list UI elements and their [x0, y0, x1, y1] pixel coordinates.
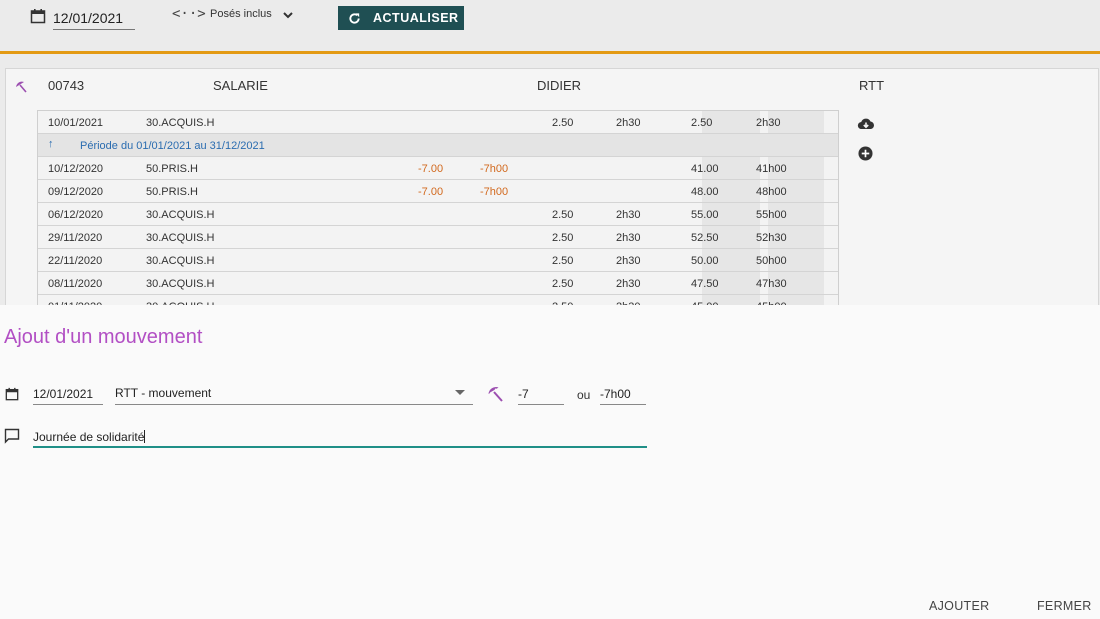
toolbar: 12/01/2021 <··> Posés inclus ACTUALISER: [0, 0, 1100, 52]
chevron-down-icon[interactable]: [282, 9, 294, 21]
period-row[interactable]: ↑ Période du 01/01/2021 au 31/12/2021: [38, 134, 838, 157]
row-pos-hours: 2h30: [616, 209, 641, 221]
dialog-title: Ajout d'un mouvement: [4, 326, 203, 348]
row-pos-days: 2.50: [552, 232, 574, 244]
row-bal-days: 41.00: [691, 163, 719, 175]
row-date: 10/01/2021: [48, 117, 104, 129]
row-date: 29/11/2020: [48, 232, 103, 244]
calendar-icon[interactable]: [5, 387, 19, 401]
row-bal-hours: 48h00: [756, 186, 787, 198]
row-code: 30.ACQUIS.H: [146, 255, 215, 267]
row-date: 09/12/2020: [48, 186, 104, 198]
arrow-up-icon[interactable]: ↑: [48, 138, 54, 150]
table-row[interactable]: 06/12/2020 30.ACQUIS.H 2.50 2h30 55.00 55h00: [38, 203, 838, 226]
date-input[interactable]: 12/01/2021: [53, 8, 135, 30]
row-pos-days: 2.50: [552, 117, 574, 129]
accent-divider: [0, 51, 1100, 54]
row-code: 50.PRIS.H: [146, 186, 198, 198]
row-neg-days: -7.00: [418, 163, 444, 175]
employee-first-name: DIDIER: [537, 78, 582, 93]
comment-input[interactable]: Journée de solidarité: [33, 428, 647, 448]
row-bal-hours: 50h00: [756, 255, 787, 267]
row-date: 08/11/2020: [48, 278, 103, 290]
hours-input[interactable]: -7h00: [600, 385, 646, 405]
calendar-icon[interactable]: [30, 8, 46, 24]
table-row[interactable]: 08/11/2020 30.ACQUIS.H 2.50 2h30 47.50 47h30: [38, 272, 838, 295]
movement-date-input[interactable]: 12/01/2021: [33, 385, 103, 405]
row-date: 10/12/2020: [48, 163, 104, 175]
row-pos-hours: 2h30: [616, 255, 641, 267]
movement-type-value: RTT - mouvement: [115, 386, 212, 400]
row-pos-days: 2.50: [552, 278, 574, 290]
comment-value: Journée de solidarité: [33, 430, 145, 444]
table-row[interactable]: 09/12/2020 50.PRIS.H -7.00 -7h00 48.00 48h00: [38, 180, 838, 203]
row-neg-days: -7.00: [418, 186, 444, 198]
add-button[interactable]: AJOUTER: [929, 599, 989, 613]
row-neg-hours: -7h00: [480, 186, 509, 198]
row-pos-hours: 2h30: [616, 278, 641, 290]
row-code: 30.ACQUIS.H: [146, 278, 215, 290]
row-date: 22/11/2020: [48, 255, 103, 267]
table-row[interactable]: 10/01/2021 30.ACQUIS.H 2.50 2h30 2.50 2h…: [38, 111, 838, 134]
movements-table: 10/01/2021 30.ACQUIS.H 2.50 2h30 2.50 2h…: [37, 110, 839, 310]
row-bal-days: 50.00: [691, 255, 719, 267]
movement-type-select[interactable]: RTT - mouvement: [115, 384, 473, 405]
row-bal-hours: 47h30: [756, 278, 787, 290]
table-row[interactable]: 22/11/2020 30.ACQUIS.H 2.50 2h30 50.00 50h00: [38, 249, 838, 272]
row-code: 30.ACQUIS.H: [146, 209, 215, 221]
row-pos-days: 2.50: [552, 255, 574, 267]
table-row[interactable]: 29/11/2020 30.ACQUIS.H 2.50 2h30 52.50 52h30: [38, 226, 838, 249]
row-bal-hours: 2h30: [756, 117, 781, 129]
close-button[interactable]: FERMER: [1037, 599, 1092, 613]
period-label: Période du 01/01/2021 au 31/12/2021: [80, 140, 265, 152]
row-bal-hours: 52h30: [756, 232, 787, 244]
row-code: 30.ACQUIS.H: [146, 232, 215, 244]
row-code: 50.PRIS.H: [146, 163, 198, 175]
row-code: 30.ACQUIS.H: [146, 117, 215, 129]
row-pos-hours: 2h30: [616, 117, 641, 129]
umbrella-icon: [16, 81, 27, 93]
refresh-button[interactable]: ACTUALISER: [338, 6, 464, 30]
days-input[interactable]: -7: [518, 385, 564, 405]
add-movement-dialog: Ajout d'un mouvement 12/01/2021 RTT - mo…: [0, 305, 1100, 619]
refresh-icon: [349, 12, 360, 24]
row-date: 06/12/2020: [48, 209, 104, 221]
employee-last-name: SALARIE: [213, 78, 268, 93]
counter-type: RTT: [859, 78, 885, 93]
employee-id: 00743: [48, 78, 85, 93]
row-bal-hours: 41h00: [756, 163, 787, 175]
row-bal-days: 48.00: [691, 186, 719, 198]
row-bal-days: 2.50: [691, 117, 713, 129]
filter-select[interactable]: Posés inclus: [210, 8, 272, 20]
cloud-download-icon[interactable]: [857, 116, 875, 132]
row-bal-days: 52.50: [691, 232, 719, 244]
row-pos-hours: 2h30: [616, 232, 641, 244]
row-bal-hours: 55h00: [756, 209, 787, 221]
table-row[interactable]: 10/12/2020 50.PRIS.H -7.00 -7h00 41.00 41h00: [38, 157, 838, 180]
row-pos-days: 2.50: [552, 209, 574, 221]
comment-icon: [4, 428, 20, 444]
dropdown-caret-icon[interactable]: [455, 390, 465, 395]
row-bal-days: 47.50: [691, 278, 719, 290]
row-neg-hours: -7h00: [480, 163, 509, 175]
umbrella-icon: [488, 387, 503, 402]
or-label: ou: [577, 388, 591, 402]
add-circle-icon[interactable]: [858, 146, 873, 161]
range-arrows-icon[interactable]: <··>: [172, 6, 206, 22]
row-bal-days: 55.00: [691, 209, 719, 221]
text-cursor: [144, 430, 146, 443]
refresh-label: ACTUALISER: [373, 11, 459, 25]
